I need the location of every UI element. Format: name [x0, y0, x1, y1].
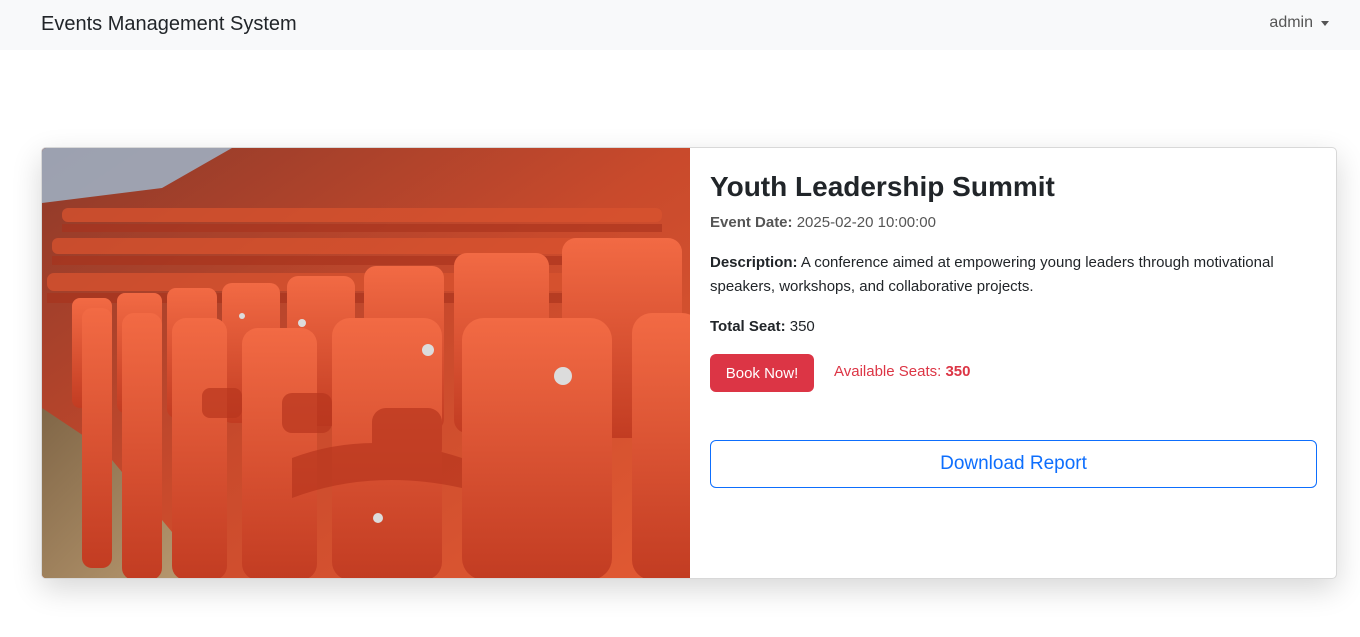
- available-seats-value: 350: [945, 363, 971, 380]
- event-total-seats: Total Seat: 350: [710, 315, 815, 339]
- available-seats: Available Seats: 350: [834, 360, 971, 384]
- brand-link[interactable]: Events Management System: [41, 12, 297, 36]
- event-date-value: 2025-02-20 10:00:00: [796, 214, 936, 231]
- event-description: Description: A conference aimed at empow…: [710, 251, 1318, 299]
- event-date-label: Event Date:: [710, 214, 793, 231]
- navbar: Events Management System admin: [0, 0, 1360, 50]
- event-description-label: Description:: [710, 254, 798, 271]
- event-date: Event Date: 2025-02-20 10:00:00: [710, 211, 936, 235]
- event-image: [42, 148, 690, 578]
- user-menu-dropdown[interactable]: admin: [1269, 13, 1329, 33]
- download-report-button[interactable]: Download Report: [710, 440, 1317, 488]
- total-seat-value: 350: [789, 318, 815, 335]
- event-card: Youth Leadership Summit Event Date: 2025…: [41, 147, 1337, 579]
- caret-down-icon: [1321, 21, 1329, 26]
- event-title: Youth Leadership Summit: [710, 171, 1055, 202]
- available-seats-label: Available Seats:: [834, 363, 942, 380]
- total-seat-label: Total Seat:: [710, 318, 786, 335]
- book-now-button[interactable]: Book Now!: [710, 354, 814, 392]
- user-name: admin: [1269, 14, 1313, 31]
